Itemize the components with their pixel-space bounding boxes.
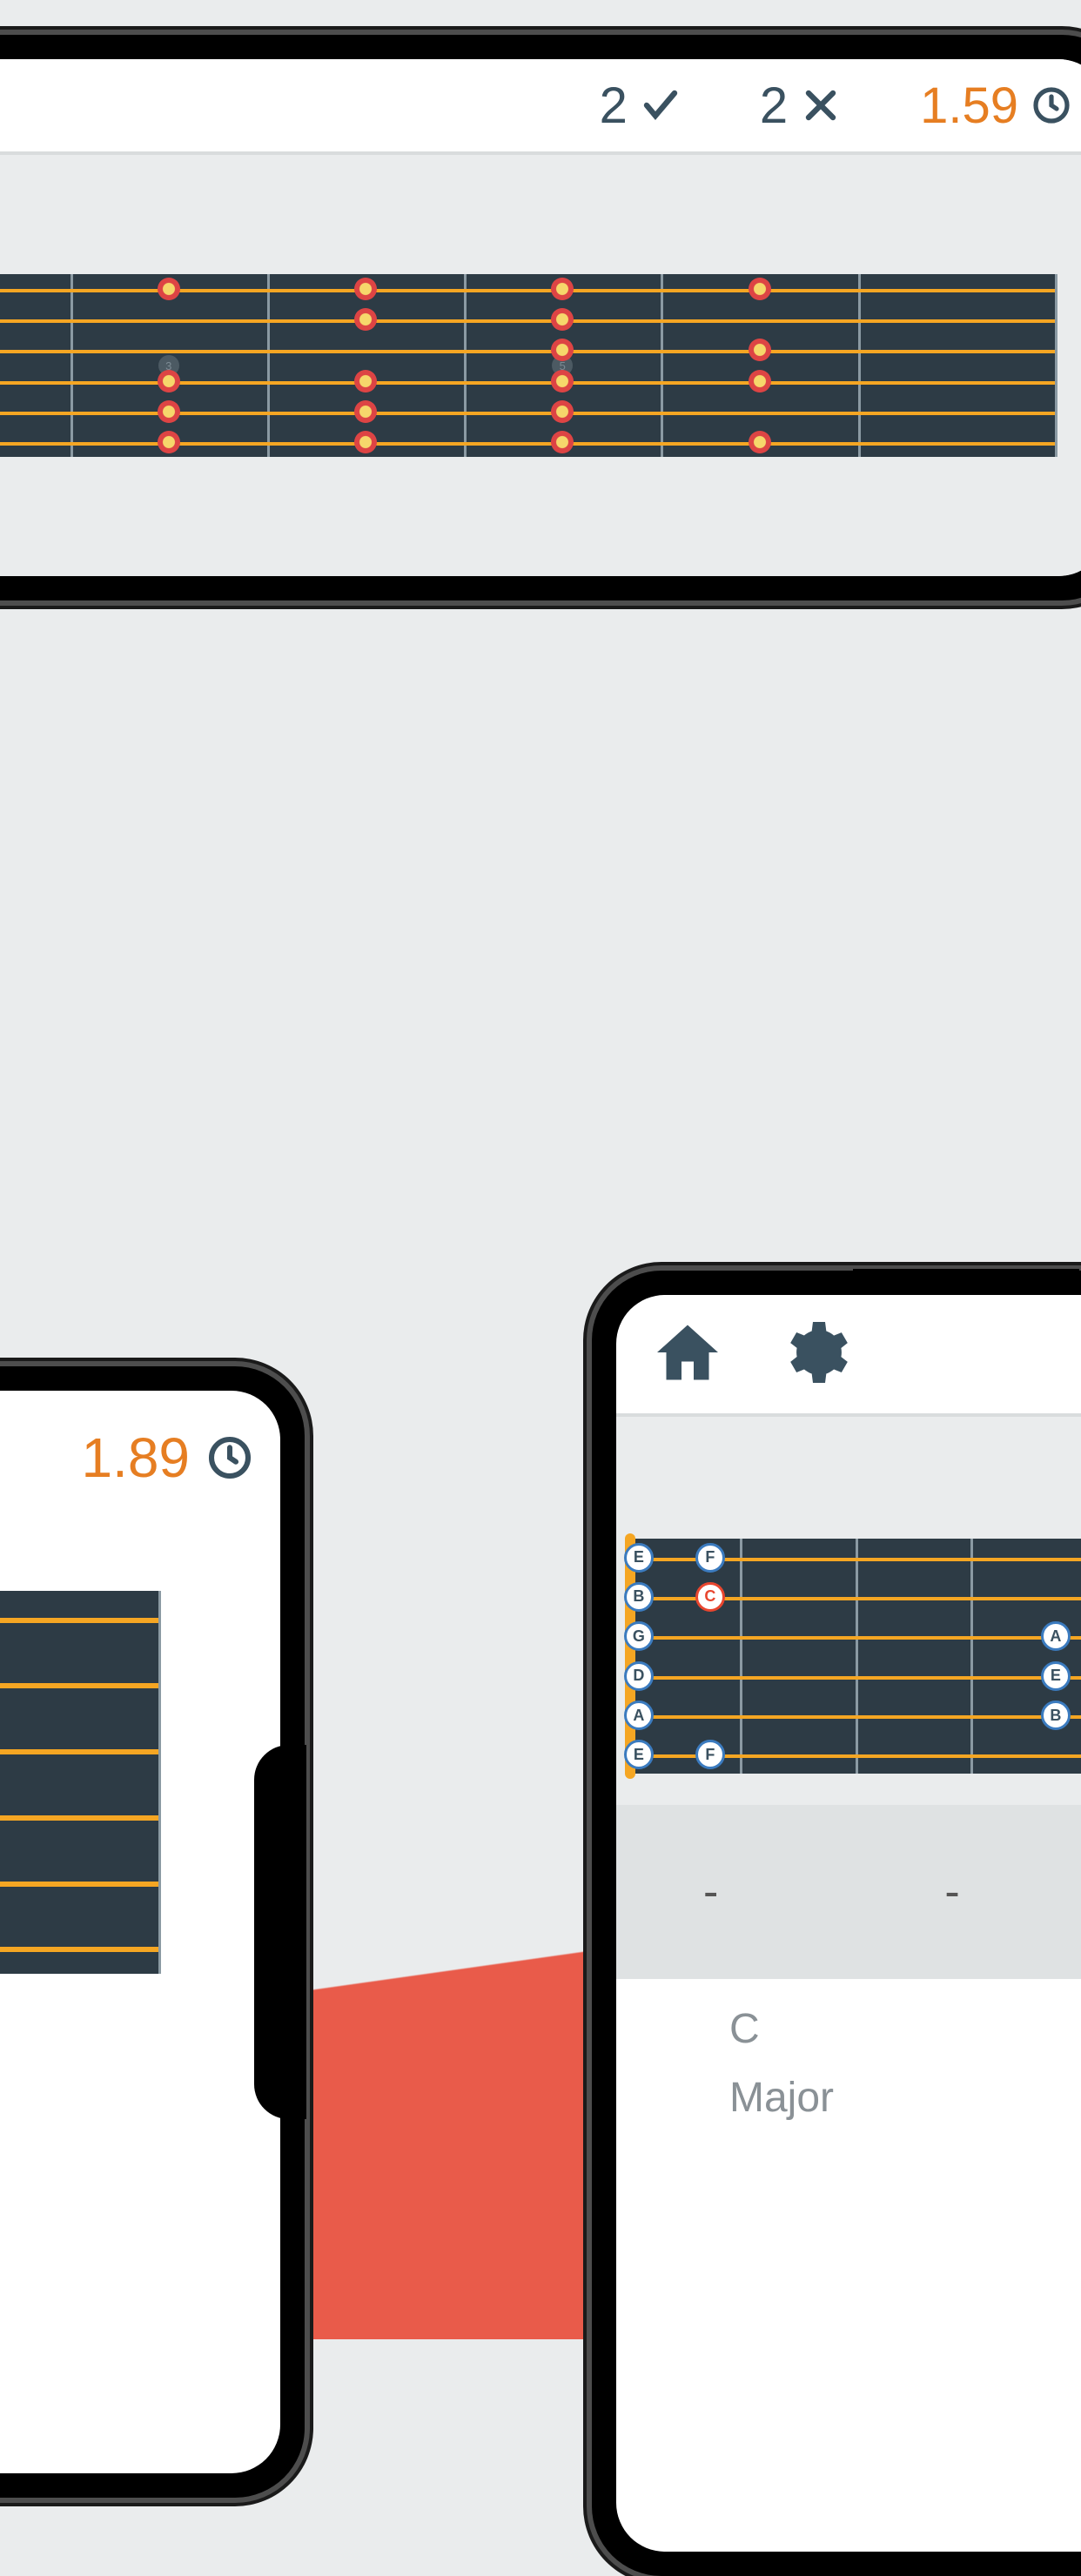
note-dot[interactable] [551,278,574,300]
note-dot[interactable] [158,370,180,392]
note-marker[interactable]: E [1041,1661,1071,1691]
string [0,1815,158,1821]
timer-display: 1.59 [920,77,1072,135]
note-dot[interactable] [354,278,377,300]
note-marker[interactable]: D [624,1661,654,1691]
string [625,1597,1081,1600]
fret-line [158,1591,161,1974]
phone-mockup-1: 2 2 1.59 35 [0,35,1081,600]
home-button[interactable] [651,1316,724,1393]
timer-display: 1.89 [81,1426,254,1490]
note-dot[interactable] [158,278,180,300]
note-dot[interactable] [551,370,574,392]
settings-button[interactable] [776,1316,849,1393]
cross-icon [800,84,842,126]
clock-icon [205,1433,254,1482]
note-marker[interactable]: E [624,1543,654,1573]
position-row: - - [616,1805,1081,1979]
fret-line [464,274,467,457]
note-dot[interactable] [158,431,180,453]
scale-board-area: EBGDAEFGCDAEFBCFG [616,1417,1081,1805]
correct-count: 2 [600,77,628,135]
string [625,1558,1081,1561]
string [625,1636,1081,1640]
string [0,1618,158,1623]
scale-selectors: C Major [616,1979,1081,2139]
fret-line [970,1539,973,1774]
fretboard[interactable]: 1212 [0,1591,158,1974]
note-marker[interactable]: G [624,1621,654,1651]
fret-line [1055,274,1058,457]
clock-icon [1031,84,1072,126]
phone-mockup-2: 1.89 1212 Fdim7 [0,1366,305,2498]
wrong-count: 2 [760,77,788,135]
note-marker[interactable]: A [1041,1621,1071,1651]
wrong-score: 2 [760,77,842,135]
note-marker[interactable]: A [624,1701,654,1730]
home-icon [651,1316,724,1389]
note-dot[interactable] [354,308,377,331]
score-topbar: 2 2 1.59 [0,59,1081,155]
fret-line [858,274,861,457]
note-dot[interactable] [749,278,771,300]
note-marker[interactable]: F [695,1543,725,1573]
note-marker[interactable]: F [695,1740,725,1769]
timer-value: 1.59 [920,77,1018,135]
note-dot[interactable] [158,400,180,423]
string [625,1715,1081,1719]
phone-mockup-3: EBGDAEFGCDAEFBCFG - - C Major [592,1271,1081,2576]
note-marker[interactable]: E [624,1740,654,1769]
note-dot[interactable] [551,308,574,331]
check-icon [640,84,682,126]
quality-selector[interactable]: Major [729,2074,1081,2122]
fret-line [740,1539,742,1774]
string [0,1882,158,1887]
note-dot[interactable] [749,339,771,361]
fretboard[interactable]: EBGDAEFGCDAEFBCFG [625,1539,1081,1774]
fret-line [856,1539,858,1774]
dash-2: - [944,1866,959,1918]
fret-line [70,274,73,457]
string [0,1683,158,1688]
gear-icon [776,1316,849,1389]
fret-line [267,274,270,457]
string [0,1749,158,1754]
note-dot[interactable] [749,431,771,453]
note-marker[interactable]: B [1041,1701,1071,1730]
root-selector[interactable]: C [729,2005,1081,2053]
note-dot[interactable] [354,400,377,423]
note-dot[interactable] [354,431,377,453]
note-marker[interactable]: B [624,1582,654,1612]
note-dot[interactable] [749,370,771,392]
string [625,1754,1081,1758]
note-dot[interactable] [551,400,574,423]
fretboard[interactable]: 35 [0,274,1055,457]
app-toolbar [616,1295,1081,1417]
string [0,319,1055,323]
root-note-marker[interactable]: C [695,1582,725,1612]
note-dot[interactable] [551,431,574,453]
fret-line [661,274,663,457]
string [625,1676,1081,1680]
device-notch [254,1745,306,2119]
string [0,350,1055,353]
timer-value: 1.89 [81,1426,190,1490]
string [0,1947,158,1952]
correct-score: 2 [600,77,682,135]
dash-1: - [703,1866,718,1918]
note-dot[interactable] [354,370,377,392]
